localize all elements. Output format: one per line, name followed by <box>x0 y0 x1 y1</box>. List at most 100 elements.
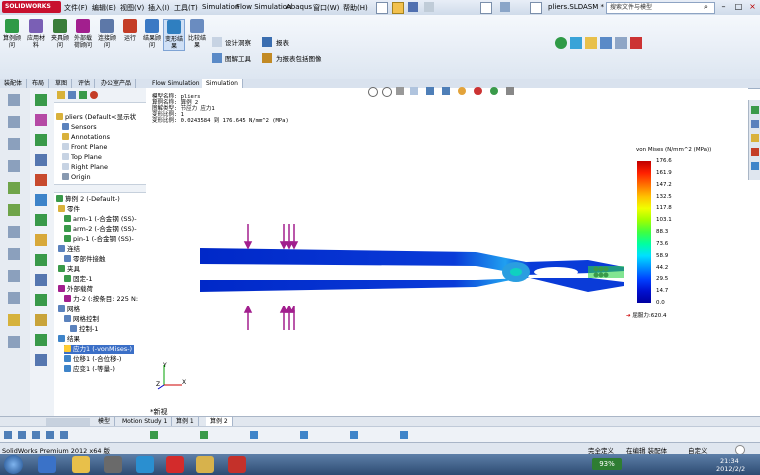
tab-flow-simulation[interactable]: Flow Simulation <box>148 79 205 88</box>
fillet-tool-icon[interactable] <box>8 248 20 260</box>
tab-layout[interactable]: 布局 <box>28 79 50 88</box>
measure-tool-icon[interactable] <box>8 336 20 348</box>
menu-view[interactable]: 视图(V) <box>120 3 144 13</box>
menu-flow-simulation[interactable]: Flow Simulation <box>236 3 292 11</box>
bottom-tool-7-icon[interactable] <box>200 431 208 439</box>
tree-item-right-plane[interactable]: Right Plane <box>62 163 108 172</box>
hide-show-icon[interactable] <box>458 87 466 95</box>
design-library-icon[interactable] <box>751 120 759 128</box>
bottom-tool-8-icon[interactable] <box>250 431 258 439</box>
tree-item-sensors[interactable]: Sensors <box>62 123 97 132</box>
zoom-area-icon[interactable] <box>382 87 392 97</box>
battery-indicator[interactable]: 93% <box>592 458 622 470</box>
tab-evaluate[interactable]: 评估 <box>74 79 96 88</box>
tree-loads-header[interactable]: 外部载荷 <box>58 285 93 294</box>
menu-tools[interactable]: 工具(T) <box>174 3 198 13</box>
taskbar-messenger-icon[interactable] <box>136 456 154 473</box>
plot-tools-button[interactable]: 图解工具 <box>225 53 251 63</box>
compare-results-button[interactable]: 比较结果 <box>187 19 207 49</box>
tab-study-2[interactable]: 算例 2 <box>206 417 233 426</box>
zoom-to-fit-icon[interactable] <box>368 87 378 97</box>
taskbar-explorer-icon[interactable] <box>72 456 90 473</box>
plot-icon[interactable] <box>35 194 47 206</box>
revolve-tool-icon[interactable] <box>8 204 20 216</box>
study-icon[interactable] <box>35 94 47 106</box>
select-arrow-icon[interactable] <box>480 2 492 14</box>
section-view-icon[interactable] <box>410 87 418 95</box>
check-icon[interactable] <box>35 294 47 306</box>
menu-abaqus[interactable]: Abaqus <box>286 3 312 11</box>
open-folder-icon[interactable] <box>392 2 404 14</box>
tree-results-header[interactable]: 结果 <box>58 335 80 344</box>
start-button[interactable] <box>4 455 23 474</box>
contact-icon[interactable] <box>35 214 47 226</box>
tab-simulation[interactable]: Simulation <box>202 79 243 88</box>
tree-splitter[interactable] <box>54 184 146 193</box>
file-explorer-icon[interactable] <box>751 134 759 142</box>
menu-file[interactable]: 文件(F) <box>64 3 88 13</box>
bottom-tool-5-icon[interactable] <box>60 431 68 439</box>
external-loads-button[interactable]: 外部载荷顾问 <box>73 19 93 49</box>
tree-parts-header[interactable]: 零件 <box>58 205 80 214</box>
bottom-tool-10-icon[interactable] <box>350 431 358 439</box>
deformed-result-button[interactable]: 变形结果 <box>163 19 185 51</box>
search-icon[interactable]: ⌕ <box>704 3 708 12</box>
view-settings-icon[interactable] <box>506 87 514 95</box>
taskbar-media-icon[interactable] <box>104 456 122 473</box>
bottom-tool-3-icon[interactable] <box>32 431 40 439</box>
animate-icon[interactable] <box>35 354 47 366</box>
minimize-button[interactable]: – <box>716 1 731 13</box>
clock-date[interactable]: 2012/2/2 <box>716 465 745 473</box>
include-image-button[interactable]: 为报表包括图像 <box>276 53 322 63</box>
solver-icon[interactable] <box>35 334 47 346</box>
run-study-icon[interactable] <box>35 174 47 186</box>
feature-manager-icon[interactable] <box>57 91 65 99</box>
tab-office-products[interactable]: 办公室产品 <box>97 79 137 88</box>
maximize-button[interactable]: □ <box>731 1 746 13</box>
bottom-tool-1-icon[interactable] <box>4 431 12 439</box>
arc-tool-icon[interactable] <box>8 160 20 172</box>
configuration-icon[interactable] <box>79 91 87 99</box>
cut-tool-icon[interactable] <box>8 226 20 238</box>
tab-assembly[interactable]: 装配体 <box>0 79 28 88</box>
new-document-icon[interactable] <box>376 2 388 14</box>
run-button[interactable]: 运行 <box>120 19 140 42</box>
bottom-tool-6-icon[interactable] <box>150 431 158 439</box>
probe-icon[interactable] <box>35 234 47 246</box>
solidworks-logo[interactable]: SOLIDWORKS <box>2 1 61 13</box>
clock-time[interactable]: 21:34 <box>720 457 739 465</box>
tree-part-pin-1[interactable]: pin-1 (-合金钢 (SS)- <box>64 235 134 244</box>
tree-part-arm-2[interactable]: arm-2 (-合金钢 (SS)- <box>64 225 137 234</box>
display-style-icon[interactable] <box>442 87 450 95</box>
tree-item-front-plane[interactable]: Front Plane <box>62 143 107 152</box>
mesh-icon[interactable] <box>35 154 47 166</box>
view-palette-icon[interactable] <box>751 148 759 156</box>
tab-motion-study-1[interactable]: Motion Study 1 <box>118 417 173 426</box>
fixture-tool-icon[interactable] <box>35 134 47 146</box>
tab-sketch[interactable]: 草图 <box>51 79 73 88</box>
rebuild-icon[interactable] <box>500 2 510 12</box>
close-button[interactable]: × <box>745 1 760 13</box>
tree-mesh-control-1[interactable]: 控制-1 <box>70 325 98 334</box>
tree-fixtures-header[interactable]: 夹具 <box>58 265 80 274</box>
mirror-tool-icon[interactable] <box>8 292 20 304</box>
display-icon[interactable] <box>600 37 612 49</box>
menu-insert[interactable]: 插入(I) <box>148 3 170 13</box>
apply-material-button[interactable]: 应用材料 <box>26 19 46 49</box>
menu-simulation[interactable]: Simulation <box>202 3 239 11</box>
bottom-tool-2-icon[interactable] <box>18 431 26 439</box>
taskbar-folder-icon[interactable] <box>196 456 214 473</box>
property-manager-icon[interactable] <box>68 91 76 99</box>
list-icon[interactable] <box>35 274 47 286</box>
tree-mesh-header[interactable]: 网格 <box>58 305 80 314</box>
menu-help[interactable]: 帮助(H) <box>343 3 368 13</box>
design-insight-button[interactable]: 设计洞察 <box>225 37 251 47</box>
taskbar-ie-icon[interactable] <box>38 456 56 473</box>
tree-fixture-1[interactable]: 固定-1 <box>64 275 92 284</box>
study-advisor-button[interactable]: 算例顾问 <box>2 19 22 49</box>
display-manager-icon[interactable] <box>90 91 98 99</box>
line-tool-icon[interactable] <box>8 116 20 128</box>
load-case-icon[interactable] <box>35 314 47 326</box>
tree-item-annotations[interactable]: Annotations <box>62 133 110 142</box>
tree-root[interactable]: pliers (Default<显示状 <box>56 113 136 122</box>
